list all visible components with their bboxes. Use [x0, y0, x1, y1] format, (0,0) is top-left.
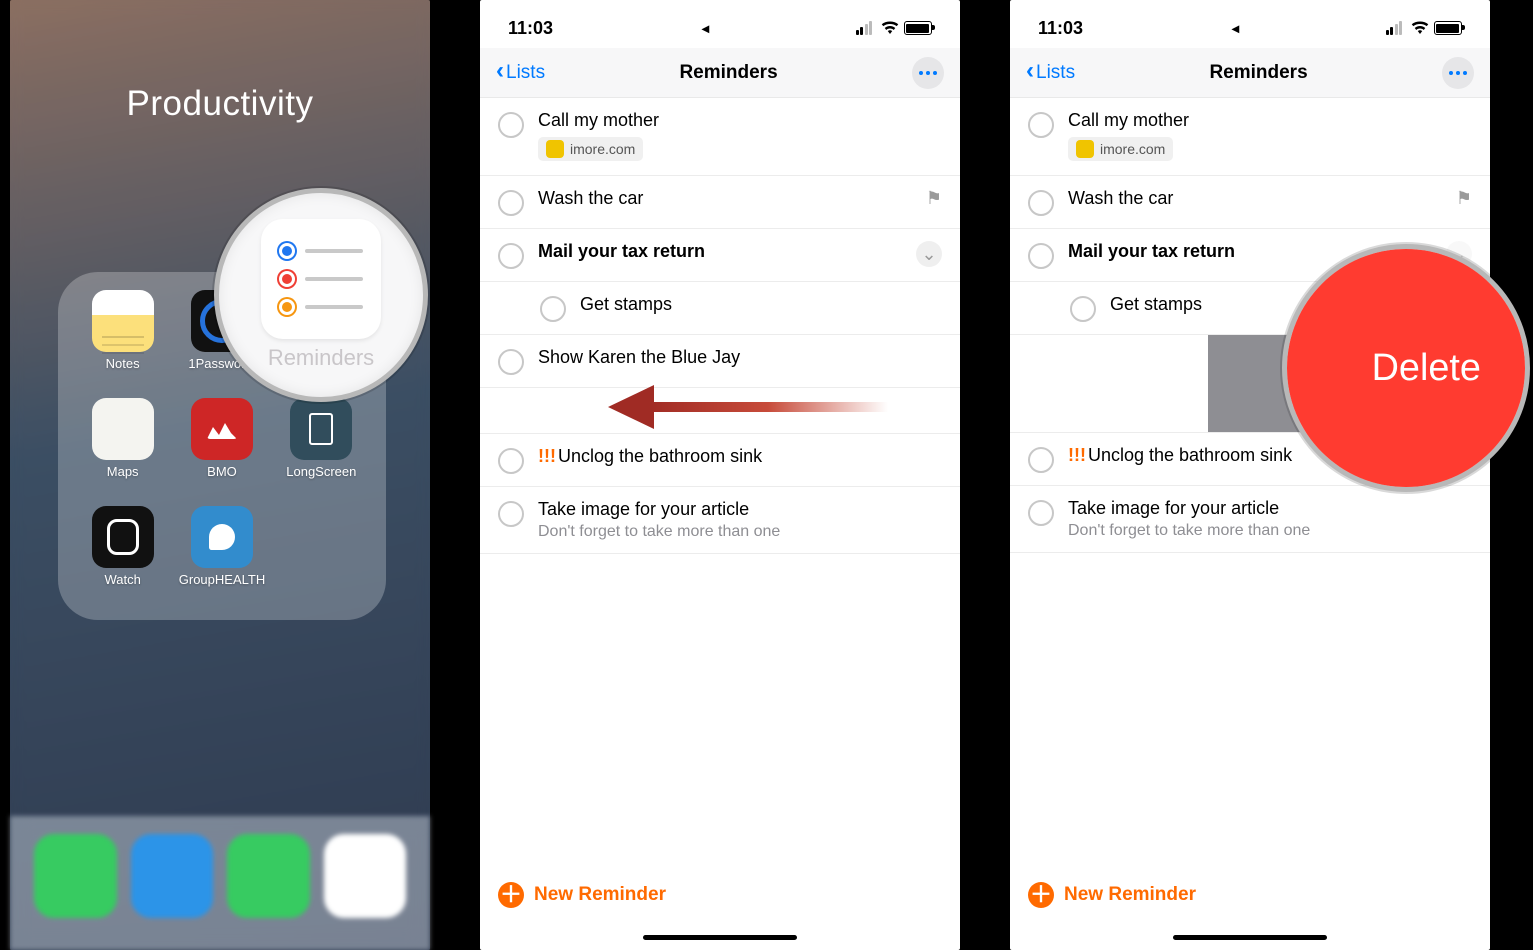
status-time: 11:03: [1038, 18, 1083, 39]
complete-circle[interactable]: [1028, 447, 1054, 473]
reminders-list[interactable]: Call my mother imore.com Wash the car ⚑ …: [1010, 98, 1490, 950]
home-indicator[interactable]: [643, 935, 797, 940]
swipe-left-arrow: [608, 390, 888, 424]
app-grouphealth[interactable]: GroupHEALTH: [175, 506, 268, 606]
grouphealth-icon: [191, 506, 253, 568]
complete-circle[interactable]: [498, 112, 524, 138]
reminder-row[interactable]: Take image for your article Don't forget…: [1010, 486, 1490, 553]
reminder-row[interactable]: Mail your tax return ⌄: [480, 229, 960, 282]
more-button[interactable]: [912, 57, 944, 89]
battery-icon: [1434, 21, 1462, 35]
complete-circle[interactable]: [498, 190, 524, 216]
longscreen-icon: [290, 398, 352, 460]
status-bar: 11:03◂: [1010, 0, 1490, 48]
flag-icon: ⚑: [926, 188, 942, 209]
chevron-down-icon[interactable]: ⌄: [916, 241, 942, 267]
ellipsis-icon: [919, 71, 937, 75]
nav-bar: ‹ Lists Reminders: [1010, 48, 1490, 98]
chevron-left-icon: ‹: [1026, 57, 1034, 85]
delete-action-zoom[interactable]: Delete: [1282, 244, 1530, 492]
url-pill[interactable]: imore.com: [538, 137, 643, 161]
reminder-row[interactable]: Wash the car ⚑: [480, 176, 960, 229]
reminder-row[interactable]: Wash the car ⚑: [1010, 176, 1490, 229]
wifi-icon: [881, 21, 899, 35]
zoom-lens-reminders-app: Reminders: [214, 188, 428, 402]
app-maps[interactable]: Maps: [76, 398, 169, 498]
status-time: 11:03: [508, 18, 553, 39]
complete-circle[interactable]: [1028, 500, 1054, 526]
flag-icon: ⚑: [1456, 188, 1472, 209]
favicon-icon: [546, 140, 564, 158]
back-button[interactable]: ‹ Lists: [1026, 60, 1075, 85]
wifi-icon: [1411, 21, 1429, 35]
reminder-row[interactable]: Take image for your article Don't forget…: [480, 487, 960, 554]
complete-circle[interactable]: [1028, 112, 1054, 138]
nav-title: Reminders: [1209, 62, 1307, 84]
app-notes[interactable]: Notes: [76, 290, 169, 390]
complete-circle[interactable]: [498, 349, 524, 375]
app-bmo[interactable]: BMO: [175, 398, 268, 498]
reminder-row[interactable]: Call my mother imore.com: [480, 98, 960, 176]
complete-circle[interactable]: [498, 243, 524, 269]
reminders-list[interactable]: Call my mother imore.com Wash the car ⚑ …: [480, 98, 960, 950]
dock: [10, 816, 430, 950]
new-reminder-button[interactable]: ＋ New Reminder: [480, 870, 960, 920]
nav-title: Reminders: [679, 62, 777, 84]
reminders-icon[interactable]: [261, 219, 381, 339]
reminder-row[interactable]: !!!Unclog the bathroom sink: [480, 434, 960, 487]
bmo-icon: [191, 398, 253, 460]
more-button[interactable]: [1442, 57, 1474, 89]
url-pill[interactable]: imore.com: [1068, 137, 1173, 161]
home-screen-panel: Productivity Notes 1Passwor... Maps BMO: [10, 0, 430, 950]
signal-icon: [1386, 21, 1406, 35]
back-button[interactable]: ‹ Lists: [496, 60, 545, 85]
plus-icon: ＋: [1028, 882, 1054, 908]
reminder-row-swipetarget[interactable]: Show Karen the Blue Jay: [480, 335, 960, 388]
nav-bar: ‹ Lists Reminders: [480, 48, 960, 98]
swiped-row-content: he Blue Jay: [1010, 335, 1202, 432]
complete-circle[interactable]: [1028, 190, 1054, 216]
plus-icon: ＋: [498, 882, 524, 908]
app-watch[interactable]: Watch: [76, 506, 169, 606]
maps-icon: [92, 398, 154, 460]
complete-circle[interactable]: [540, 296, 566, 322]
watch-icon: [92, 506, 154, 568]
reminders-app-before-swipe: 11:03◂ ‹ Lists Reminders Call my mother …: [480, 0, 960, 950]
reminder-subtask-row[interactable]: Get stamps: [480, 282, 960, 335]
ellipsis-icon: [1449, 71, 1467, 75]
reminder-row[interactable]: Call my mother imore.com: [1010, 98, 1490, 176]
complete-circle[interactable]: [1028, 243, 1054, 269]
status-bar: 11:03◂: [480, 0, 960, 48]
complete-circle[interactable]: [498, 448, 524, 474]
complete-circle[interactable]: [498, 501, 524, 527]
complete-circle[interactable]: [1070, 296, 1096, 322]
battery-icon: [904, 21, 932, 35]
zoom-lens-delete-action: Delete: [1282, 244, 1530, 492]
notes-icon: [92, 290, 154, 352]
new-reminder-button[interactable]: ＋ New Reminder: [1010, 870, 1490, 920]
app-longscreen[interactable]: LongScreen: [275, 398, 368, 498]
signal-icon: [856, 21, 876, 35]
folder-title: Productivity: [10, 84, 430, 124]
chevron-left-icon: ‹: [496, 57, 504, 85]
home-indicator[interactable]: [1173, 935, 1327, 940]
favicon-icon: [1076, 140, 1094, 158]
reminders-app-after-swipe: 11:03◂ ‹ Lists Reminders Call my mother …: [1010, 0, 1490, 950]
lens-app-label: Reminders: [268, 345, 374, 371]
